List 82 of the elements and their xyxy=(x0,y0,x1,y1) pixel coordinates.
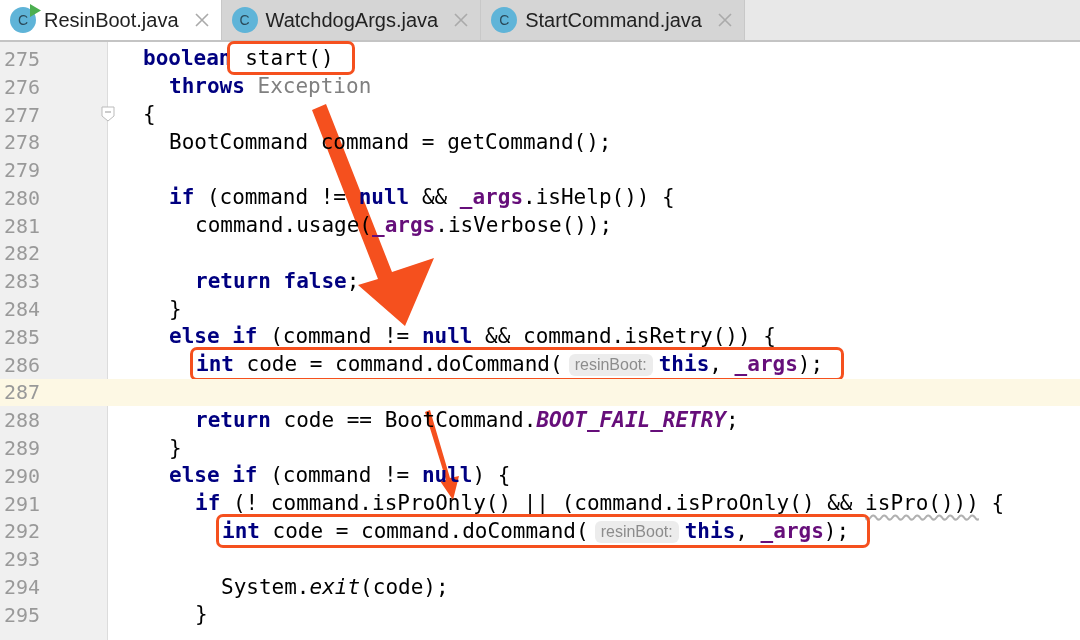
code-text: ); xyxy=(797,352,824,377)
close-icon[interactable] xyxy=(717,13,732,27)
code-text: exit xyxy=(309,574,361,599)
line-number: 289 xyxy=(3,435,42,463)
code-text: code = command.doCommand( xyxy=(271,518,589,543)
line-number: 295 xyxy=(3,601,42,629)
line-number: 279 xyxy=(3,157,42,185)
code-text: (command != xyxy=(269,463,411,488)
code-text: _args xyxy=(372,213,436,238)
line-number: 286 xyxy=(3,351,42,379)
code-keyword: null xyxy=(421,324,473,349)
code-text: ) { xyxy=(472,463,511,488)
code-text: start() xyxy=(244,46,334,71)
code-text: _args xyxy=(760,518,824,543)
code-keyword: return false xyxy=(195,268,347,293)
code-keyword: int xyxy=(222,518,260,543)
line-number: 293 xyxy=(3,546,42,574)
code-text: , xyxy=(735,518,749,543)
code-text: System. xyxy=(221,574,310,599)
code-keyword: return xyxy=(195,407,271,432)
code-text: (command != xyxy=(205,185,347,210)
editor-tab[interactable]: C WatchdogArgs.java xyxy=(221,0,482,40)
line-number: 282 xyxy=(3,240,42,268)
code-text: } xyxy=(169,435,182,460)
code-keyword: if xyxy=(195,491,221,516)
fold-icon[interactable] xyxy=(101,106,115,123)
code-text: (code); xyxy=(360,574,449,599)
line-number: 283 xyxy=(3,268,42,296)
code-text: .isVerbose()); xyxy=(435,213,613,238)
class-icon: C xyxy=(491,7,518,33)
line-number: 288 xyxy=(3,407,42,435)
line-number: 287 xyxy=(3,379,42,407)
tab-title: ResinBoot.java xyxy=(44,8,179,33)
line-number: 284 xyxy=(3,296,42,324)
line-number: 292 xyxy=(3,518,42,546)
class-icon: C xyxy=(231,7,258,33)
line-number: 290 xyxy=(3,462,42,490)
code-keyword: else if xyxy=(169,324,258,349)
editor-tab[interactable]: C ResinBoot.java xyxy=(0,0,222,40)
editor-tab[interactable]: C StartCommand.java xyxy=(481,0,745,40)
code-keyword: throws xyxy=(169,74,245,99)
line-number: 278 xyxy=(3,129,42,157)
code-keyword: else if xyxy=(169,463,258,488)
parameter-hint: resinBoot: xyxy=(568,354,653,377)
code-text: (! command.isProOnly() || (command.isProOnly() && xyxy=(231,491,854,516)
line-number: 294 xyxy=(3,574,42,602)
code-text: { xyxy=(143,102,156,126)
code-text: } xyxy=(195,602,208,627)
close-icon[interactable] xyxy=(194,13,209,27)
code-text: code = command.doCommand( xyxy=(245,352,563,377)
line-number: 275 xyxy=(3,45,42,73)
code-text: _args xyxy=(734,352,798,377)
code-keyword: this xyxy=(684,518,736,543)
line-number: 281 xyxy=(3,212,42,240)
code-text: , xyxy=(709,352,723,377)
parameter-hint: resinBoot: xyxy=(594,520,679,543)
run-icon xyxy=(30,4,41,17)
code-text: } xyxy=(169,296,182,321)
code-text: && command.isRetry()) { xyxy=(484,324,776,349)
code-keyword: this xyxy=(658,352,710,377)
code-keyword: if xyxy=(169,185,195,210)
code-text: .isHelp()) { xyxy=(523,185,675,210)
code-text: isPro())) xyxy=(865,491,979,516)
code-text: && xyxy=(420,185,449,210)
line-number: 280 xyxy=(3,184,42,212)
class-icon: C xyxy=(10,7,36,33)
line-number: 291 xyxy=(3,490,42,518)
line-number: 276 xyxy=(3,73,42,101)
close-icon[interactable] xyxy=(454,13,469,27)
code-text: BOOT_FAIL_RETRY xyxy=(536,407,727,432)
line-number: 277 xyxy=(3,101,42,129)
code-text: ; xyxy=(346,268,360,293)
tab-title: StartCommand.java xyxy=(525,8,702,33)
code-text: _args xyxy=(459,185,524,210)
line-number: 285 xyxy=(3,323,42,351)
code-keyword: int xyxy=(196,352,234,377)
code-text: ; xyxy=(726,407,739,432)
code-text: Exception xyxy=(256,74,372,99)
code-text: { xyxy=(990,491,1005,516)
code-text: (command != xyxy=(269,324,411,349)
code-text: ); xyxy=(823,518,850,543)
tab-title: WatchdogArgs.java xyxy=(265,8,439,33)
